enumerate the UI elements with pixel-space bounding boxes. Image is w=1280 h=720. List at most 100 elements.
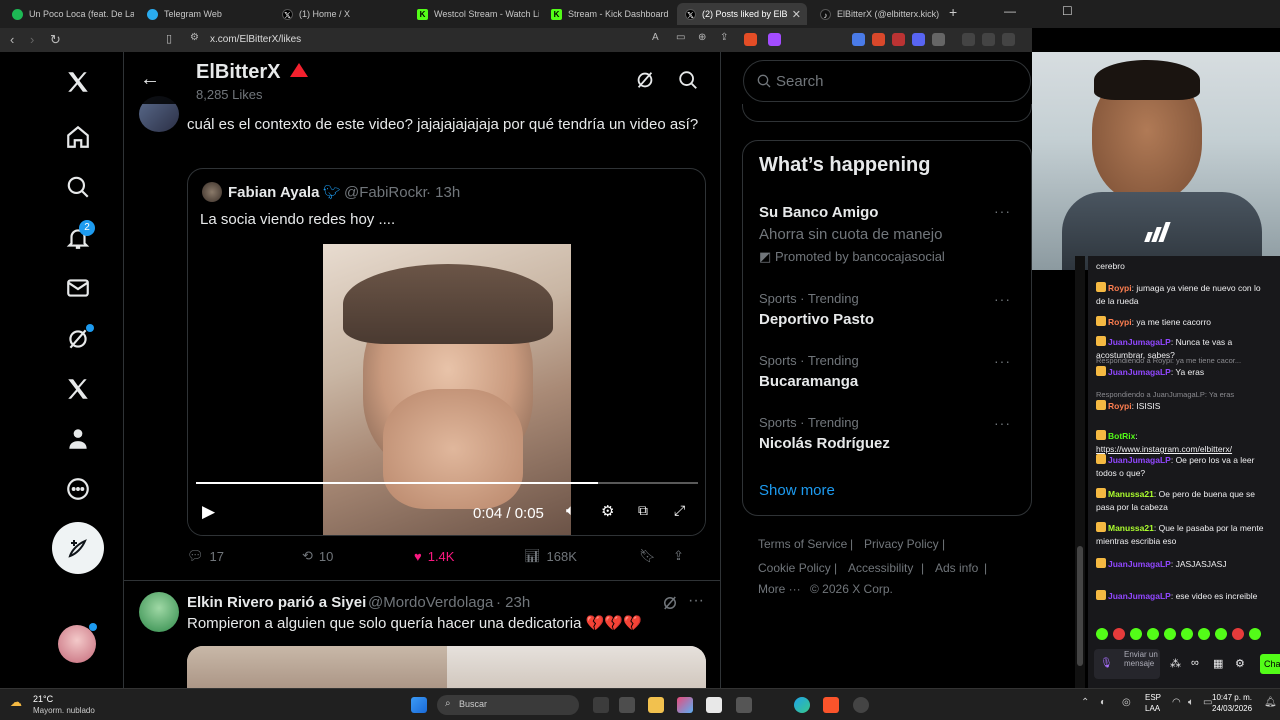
language-indicator[interactable]: ESP xyxy=(1145,693,1161,702)
more-dots-icon[interactable]: ··· xyxy=(688,592,704,610)
like-button[interactable]: ♥ 1.4K xyxy=(414,548,524,564)
microphone-icon[interactable]: 🎙︎ xyxy=(1100,658,1113,669)
retweet-button[interactable]: ⟲ 10 xyxy=(302,548,414,564)
chat-message[interactable]: Roypi: ISISIS xyxy=(1096,400,1272,413)
infinity-icon[interactable]: ∞ xyxy=(1191,657,1199,669)
chat-message[interactable]: BotRix: https://www.instagram.com/elbitt… xyxy=(1096,430,1272,456)
tweet-author-name[interactable]: Elkin Rivero parió a Siyei xyxy=(187,594,366,611)
more-dots-icon[interactable]: ··· xyxy=(994,203,1011,219)
chat-message[interactable]: Manussa21: Que le pasaba por la mente mi… xyxy=(1096,522,1272,548)
forward-icon[interactable]: › xyxy=(30,32,34,47)
extension-icon[interactable] xyxy=(912,33,925,46)
emote-icon[interactable] xyxy=(1181,628,1193,640)
play-icon[interactable]: ▶ xyxy=(202,502,215,522)
emote-bar[interactable] xyxy=(1096,628,1276,644)
extension-icon[interactable] xyxy=(932,33,945,46)
grok-icon[interactable] xyxy=(661,594,679,612)
tray-app-icon[interactable]: ◐ xyxy=(1100,697,1106,708)
file-explorer-icon[interactable] xyxy=(648,697,664,713)
new-tab-button[interactable]: + xyxy=(949,4,957,20)
x-logo-icon[interactable] xyxy=(62,66,94,98)
browser-tab[interactable]: ♪ ElBitterX (@elbitterx.kick) | T xyxy=(812,3,942,25)
picture-in-picture-icon[interactable]: ⧉ xyxy=(638,502,648,519)
tweet-handle[interactable]: @MordoVerdolaga xyxy=(368,594,493,611)
grok-icon[interactable] xyxy=(634,69,656,91)
emote-icon[interactable] xyxy=(1164,628,1176,640)
extension-icon[interactable] xyxy=(892,33,905,46)
close-tab-icon[interactable]: ✕ xyxy=(792,8,801,21)
browser-tab[interactable]: Un Poco Loca (feat. De La xyxy=(4,3,134,25)
tweet-avatar[interactable] xyxy=(139,592,179,632)
terminal-icon[interactable] xyxy=(736,697,752,713)
more-dots-icon[interactable]: ··· xyxy=(994,291,1011,307)
emote-icon[interactable] xyxy=(1130,628,1142,640)
weather-icon[interactable]: ☁ xyxy=(10,695,22,709)
brave-shield-icon[interactable] xyxy=(744,33,757,46)
more-dots-icon[interactable]: ··· xyxy=(994,353,1011,369)
notification-center-icon[interactable]: 🔔︎ xyxy=(1264,697,1277,708)
bookmark-button[interactable]: 🔖︎ xyxy=(639,548,673,564)
trend-item[interactable]: Sports · Trending Deportivo Pasto ··· xyxy=(743,283,1031,333)
weather-temp[interactable]: 21°C xyxy=(33,694,53,704)
url-input[interactable]: x.com/ElBitterX/likes xyxy=(210,34,301,45)
video-player[interactable]: ▶ 0:04 / 0:05 🔈︎ ⚙ ⧉ ⤢ xyxy=(188,244,705,535)
explore-search-icon[interactable] xyxy=(62,171,94,203)
account-avatar[interactable] xyxy=(58,625,96,663)
settings-gear-icon[interactable]: ⚙ xyxy=(601,502,614,520)
footer-link[interactable]: Ads info xyxy=(935,561,978,575)
back-icon[interactable]: ‹ xyxy=(10,32,14,47)
extension-icon[interactable] xyxy=(852,33,865,46)
fullscreen-icon[interactable]: ⤢ xyxy=(674,502,685,519)
profile-icon[interactable] xyxy=(62,423,94,455)
emote-icon[interactable] xyxy=(1113,628,1125,640)
translate-icon[interactable]: A xyxy=(652,32,659,43)
chat-message[interactable]: Manussa21: Oe pero de buena que se pasa … xyxy=(1096,488,1272,514)
emote-icon[interactable] xyxy=(1215,628,1227,640)
minimize-icon[interactable]: — xyxy=(1004,4,1016,18)
site-info-icon[interactable]: ⚙ xyxy=(190,32,199,43)
chat-scrollbar[interactable] xyxy=(1075,256,1085,688)
search-icon[interactable] xyxy=(677,69,699,91)
back-arrow-icon[interactable]: ← xyxy=(140,68,160,91)
extension-icon[interactable] xyxy=(872,33,885,46)
emote-icon[interactable] xyxy=(1096,628,1108,640)
chat-username[interactable]: Roypi xyxy=(1108,401,1132,411)
chat-username[interactable]: Roypi xyxy=(1108,283,1132,293)
share-icon[interactable]: ⇪ xyxy=(720,32,728,43)
volume-icon[interactable]: 🔈︎ xyxy=(1188,697,1194,708)
emote-icon[interactable] xyxy=(1147,628,1159,640)
chat-username[interactable]: JuanJumagaLP xyxy=(1108,455,1171,465)
search-input[interactable]: Search xyxy=(743,60,1031,102)
browser-tab[interactable]: 𝕏 (1) Home / X xyxy=(274,3,404,25)
chat-message[interactable]: JuanJumagaLP: Oe pero los va a leer todo… xyxy=(1096,454,1272,480)
browser-tab[interactable]: K Westcol Stream - Watch Live xyxy=(409,3,539,25)
chat-username[interactable]: BotRix xyxy=(1108,431,1135,441)
footer-link[interactable]: More ··· xyxy=(758,582,801,596)
chat-message[interactable]: JuanJumagaLP: Ya eras xyxy=(1096,366,1272,379)
taskbar-search[interactable]: ⌕ Buscar xyxy=(437,695,579,715)
chat-username[interactable]: JuanJumagaLP xyxy=(1108,367,1171,377)
browser-tab[interactable]: Telegram Web xyxy=(139,3,269,25)
chat-username[interactable]: JuanJumagaLP xyxy=(1108,337,1171,347)
video-progress-track[interactable] xyxy=(196,482,698,484)
tweet-media[interactable] xyxy=(187,646,706,688)
tray-chevron-icon[interactable]: ⌃ xyxy=(1081,697,1089,708)
rewards-icon[interactable] xyxy=(768,33,781,46)
volume-icon[interactable]: 🔈︎ xyxy=(566,502,575,519)
more-options-icon[interactable] xyxy=(62,473,94,505)
emote-icon[interactable] xyxy=(1232,628,1244,640)
quoted-tweet[interactable]: Fabian Ayala 🐦︎ @FabiRockr · 13h La soci… xyxy=(187,168,706,536)
wifi-icon[interactable]: ◠ xyxy=(1172,697,1181,708)
views-button[interactable]: 📊︎ 168K xyxy=(524,548,639,564)
windows-start-icon[interactable] xyxy=(411,697,427,713)
store-icon[interactable]: ▦ xyxy=(1213,657,1223,670)
sidebar-icon[interactable] xyxy=(982,33,995,46)
chat-message[interactable]: Roypi: ya me tiene cacorro xyxy=(1096,316,1272,329)
emote-icon[interactable] xyxy=(1249,628,1261,640)
clock-time[interactable]: 10:47 p. m. xyxy=(1212,693,1252,702)
post-button[interactable] xyxy=(52,522,104,574)
more-dots-icon[interactable]: ··· xyxy=(994,415,1011,431)
reload-icon[interactable]: ↻ xyxy=(50,32,61,48)
app-icon[interactable] xyxy=(677,697,693,713)
wallet-icon[interactable] xyxy=(1002,33,1015,46)
